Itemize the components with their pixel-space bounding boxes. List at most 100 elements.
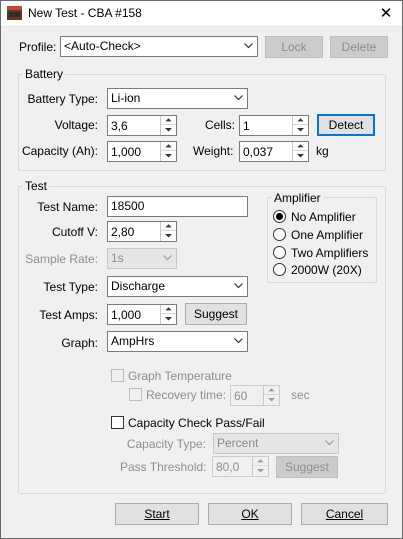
voltage-value: 3,6 — [111, 119, 128, 133]
cancel-button-label: Cancel — [325, 507, 364, 521]
amplifier-radio-2[interactable] — [273, 246, 286, 259]
start-button[interactable]: Start — [115, 503, 199, 525]
capacity-value: 1,000 — [111, 145, 142, 159]
spin-down-icon[interactable] — [253, 466, 268, 475]
graph-temperature-checkbox[interactable] — [111, 369, 124, 382]
chevron-down-icon — [234, 283, 243, 289]
sample-rate-select[interactable]: 1s — [107, 248, 177, 269]
recovery-time-label: Recovery time: — [146, 388, 227, 402]
app-icon — [7, 6, 22, 20]
spin-down-icon[interactable] — [161, 151, 176, 160]
test-name-label: Test Name: — [37, 200, 98, 214]
spin-up-icon[interactable] — [253, 457, 268, 466]
cells-value: 1 — [243, 119, 250, 133]
chevron-down-icon — [325, 440, 334, 446]
title-bar: New Test - CBA #158 ✕ — [0, 0, 403, 27]
close-icon[interactable]: ✕ — [369, 0, 403, 27]
test-type-value: Discharge — [111, 279, 166, 293]
sample-rate-value: 1s — [111, 251, 124, 265]
recovery-unit: sec — [291, 388, 310, 402]
cells-spinner[interactable]: 1 — [239, 115, 309, 136]
graph-temperature-label: Graph Temperature — [128, 369, 232, 383]
recovery-time-checkbox[interactable] — [129, 388, 142, 401]
spin-up-icon[interactable] — [264, 386, 279, 395]
battery-group-label: Battery — [23, 67, 66, 81]
spin-up-icon[interactable] — [293, 142, 308, 151]
graph-label: Graph: — [61, 336, 98, 350]
recovery-time-spinner[interactable]: 60 — [230, 385, 280, 406]
delete-button[interactable]: Delete — [330, 36, 388, 58]
lock-button[interactable]: Lock — [265, 36, 323, 58]
spin-up-icon[interactable] — [161, 305, 176, 314]
amplifier-radio-3[interactable] — [273, 263, 286, 276]
weight-unit: kg — [316, 144, 329, 158]
cutoff-value: 2,80 — [111, 225, 135, 239]
amplifier-option-2: Two Amplifiers — [291, 246, 369, 260]
spin-down-icon[interactable] — [293, 125, 308, 134]
spin-down-icon[interactable] — [161, 314, 176, 323]
spin-up-icon[interactable] — [293, 116, 308, 125]
profile-value: <Auto-Check> — [64, 39, 141, 53]
battery-type-select[interactable]: Li-ion — [107, 88, 248, 109]
amplifier-radio-0[interactable] — [273, 210, 286, 223]
spin-down-icon[interactable] — [161, 125, 176, 134]
spin-down-icon[interactable] — [293, 151, 308, 160]
pass-threshold-label: Pass Threshold: — [120, 460, 207, 474]
spin-up-icon[interactable] — [161, 222, 176, 231]
ok-button[interactable]: OK — [208, 503, 292, 525]
cancel-button[interactable]: Cancel — [301, 503, 388, 525]
recovery-time-value: 60 — [234, 389, 248, 403]
test-amps-label: Test Amps: — [39, 308, 98, 322]
spin-down-icon[interactable] — [161, 231, 176, 240]
graph-value: AmpHrs — [111, 334, 155, 348]
capacity-type-value: Percent — [217, 436, 259, 450]
battery-type-value: Li-ion — [111, 91, 141, 105]
radio-selected-dot — [276, 213, 283, 220]
battery-type-label: Battery Type: — [27, 92, 98, 106]
ok-button-label: OK — [241, 507, 259, 521]
profile-select[interactable]: <Auto-Check> — [60, 36, 258, 57]
test-amps-value: 1,000 — [111, 308, 142, 322]
graph-select[interactable]: AmpHrs — [107, 331, 248, 352]
spin-down-icon[interactable] — [264, 395, 279, 404]
voltage-spinner[interactable]: 3,6 — [107, 115, 177, 136]
detect-button[interactable]: Detect — [317, 114, 375, 136]
spin-up-icon[interactable] — [161, 142, 176, 151]
capacity-check-label: Capacity Check Pass/Fail — [128, 416, 265, 430]
chevron-down-icon — [234, 95, 243, 101]
amplifier-option-1: One Amplifier — [291, 228, 364, 242]
sample-rate-label: Sample Rate: — [25, 252, 98, 266]
capacity-spinner[interactable]: 1,000 — [107, 141, 177, 162]
start-button-label: Start — [144, 507, 170, 521]
amplifier-group-label: Amplifier — [272, 191, 323, 205]
suggest-amps-button[interactable]: Suggest — [185, 303, 247, 325]
amplifier-option-3: 2000W (20X) — [291, 263, 362, 277]
chevron-down-icon — [234, 338, 243, 344]
capacity-type-label: Capacity Type: — [126, 437, 206, 451]
test-type-label: Test Type: — [43, 280, 98, 294]
test-amps-spinner[interactable]: 1,000 — [107, 304, 177, 325]
amplifier-radio-1[interactable] — [273, 228, 286, 241]
capacity-type-select[interactable]: Percent — [213, 433, 339, 454]
cutoff-label: Cutoff V: — [51, 225, 98, 239]
chevron-down-icon — [244, 43, 253, 49]
weight-spinner[interactable]: 0,037 — [239, 141, 309, 162]
pass-suggest-button[interactable]: Suggest — [276, 456, 338, 478]
cutoff-spinner[interactable]: 2,80 — [107, 221, 177, 242]
spin-up-icon[interactable] — [161, 116, 176, 125]
pass-threshold-spinner[interactable]: 80,0 — [212, 456, 269, 477]
cells-label: Cells: — [205, 118, 236, 132]
pass-threshold-value: 80,0 — [216, 460, 240, 474]
amplifier-option-0: No Amplifier — [291, 210, 356, 224]
chevron-down-icon — [163, 255, 172, 261]
voltage-label: Voltage: — [54, 118, 98, 132]
capacity-label: Capacity (Ah): — [21, 144, 98, 158]
test-name-input[interactable]: 18500 — [107, 196, 248, 217]
weight-value: 0,037 — [243, 145, 274, 159]
test-group-label: Test — [23, 179, 50, 193]
test-type-select[interactable]: Discharge — [107, 276, 248, 297]
weight-label: Weight: — [193, 144, 234, 158]
capacity-check-checkbox[interactable] — [111, 416, 124, 429]
profile-label: Profile: — [19, 40, 57, 54]
window-title: New Test - CBA #158 — [28, 6, 142, 20]
